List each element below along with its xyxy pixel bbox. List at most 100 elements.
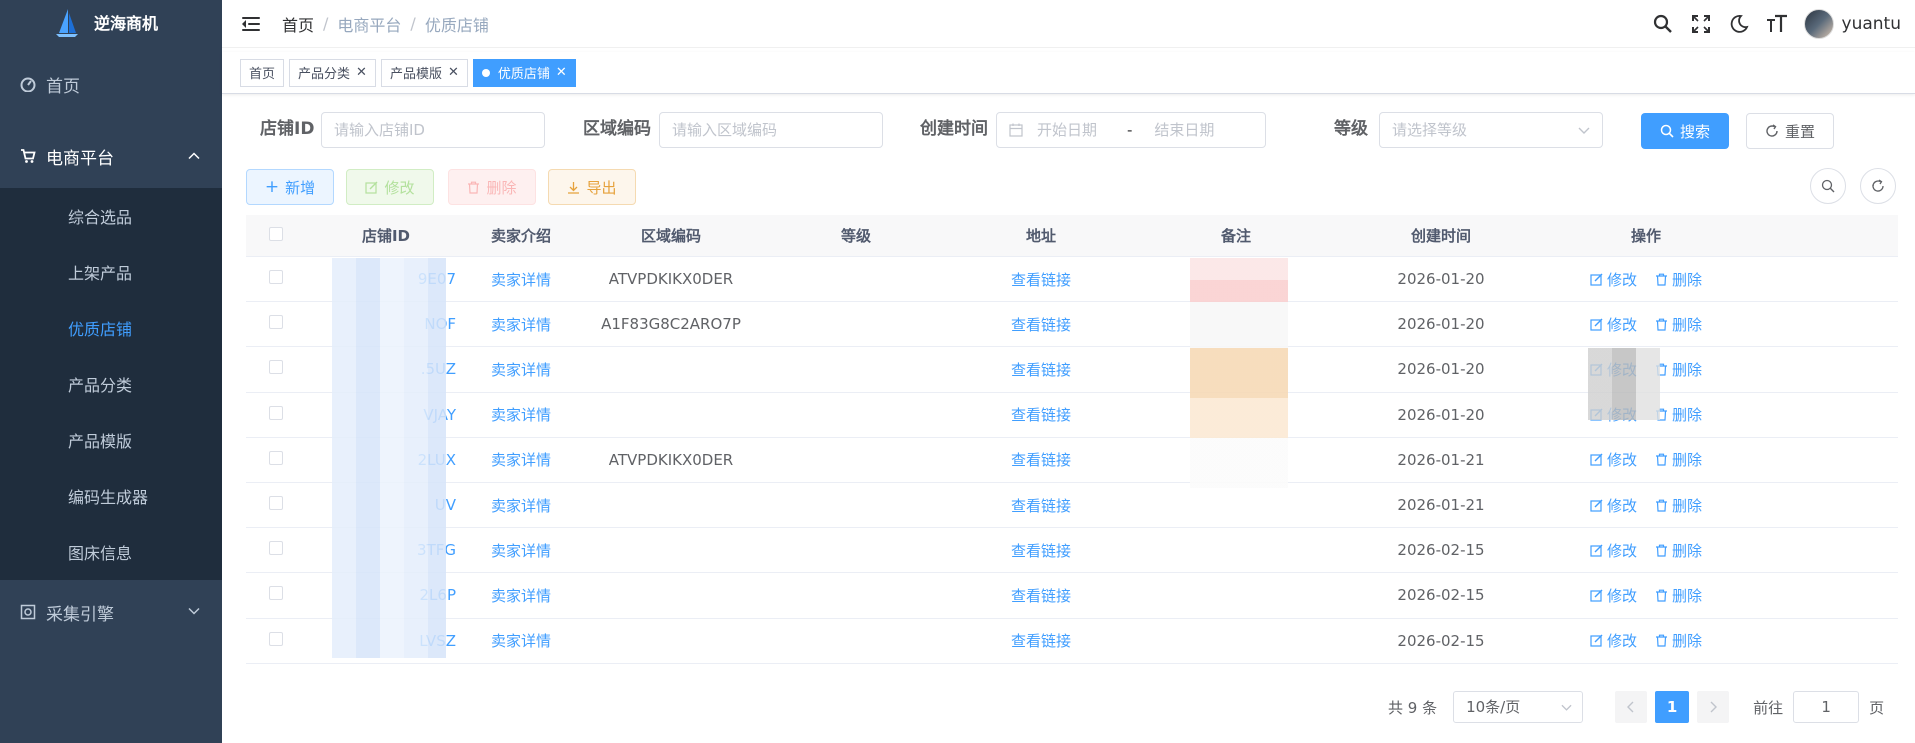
- toggle-search-button[interactable]: [1810, 168, 1846, 204]
- row-checkbox[interactable]: [269, 631, 283, 646]
- seller-detail-link[interactable]: 卖家详情: [491, 542, 551, 560]
- add-button[interactable]: + 新增: [246, 169, 334, 205]
- username[interactable]: yuantu: [1842, 14, 1901, 34]
- seller-detail-link[interactable]: 卖家详情: [491, 316, 551, 334]
- row-delete-button[interactable]: 删除: [1655, 314, 1702, 335]
- row-delete-button[interactable]: 删除: [1655, 585, 1702, 606]
- row-checkbox[interactable]: [269, 360, 283, 375]
- breadcrumb-home[interactable]: 首页: [282, 12, 314, 36]
- tab-product-category[interactable]: 产品分类 ✕: [289, 58, 376, 87]
- goto-page-input[interactable]: 1: [1793, 691, 1860, 723]
- sidebar-item-image-host[interactable]: 图床信息: [0, 524, 222, 580]
- reset-button[interactable]: 重置: [1746, 113, 1834, 149]
- shop-id-cell[interactable]: NOF: [306, 315, 466, 333]
- seller-detail-link[interactable]: 卖家详情: [491, 497, 551, 515]
- row-delete-button[interactable]: 删除: [1655, 269, 1702, 290]
- font-size-icon[interactable]: [1766, 13, 1788, 35]
- row-edit-button[interactable]: 修改: [1590, 540, 1637, 561]
- address-link[interactable]: 查看链接: [1011, 587, 1071, 605]
- shop-id-input[interactable]: 请输入店铺ID: [321, 112, 545, 148]
- shop-id-cell[interactable]: 2LUX: [306, 451, 466, 469]
- sidebar-item-product-category[interactable]: 产品分类: [0, 356, 222, 412]
- close-icon[interactable]: ✕: [448, 65, 459, 80]
- row-delete-button[interactable]: 删除: [1655, 630, 1702, 651]
- address-link[interactable]: 查看链接: [1011, 361, 1071, 379]
- search-icon[interactable]: [1652, 13, 1674, 35]
- avatar[interactable]: [1803, 9, 1834, 39]
- row-edit-button[interactable]: 修改: [1590, 585, 1637, 606]
- shop-id-cell[interactable]: 2L6P: [306, 586, 466, 604]
- address-link[interactable]: 查看链接: [1011, 271, 1071, 289]
- shop-id-cell[interactable]: .5UZ: [306, 360, 466, 378]
- shop-id-cell[interactable]: 3TFG: [306, 541, 466, 559]
- row-delete-button[interactable]: 删除: [1655, 449, 1702, 470]
- shop-id-cell[interactable]: UV: [306, 496, 466, 514]
- address-link[interactable]: 查看链接: [1011, 542, 1071, 560]
- row-delete-button[interactable]: 删除: [1655, 359, 1702, 380]
- prev-page-button[interactable]: [1615, 691, 1648, 723]
- address-link[interactable]: 查看链接: [1011, 406, 1071, 424]
- sidebar-item-crawler[interactable]: 采集引擎: [0, 580, 222, 644]
- row-checkbox[interactable]: [269, 450, 283, 465]
- start-date-input[interactable]: 开始日期: [1037, 113, 1113, 147]
- sidebar-item-ecommerce[interactable]: 电商平台: [0, 124, 222, 188]
- row-edit-button[interactable]: 修改: [1590, 359, 1637, 380]
- sidebar-item-product-template[interactable]: 产品模版: [0, 412, 222, 468]
- close-icon[interactable]: ✕: [556, 65, 567, 80]
- address-link[interactable]: 查看链接: [1011, 451, 1071, 469]
- address-link[interactable]: 查看链接: [1011, 632, 1071, 650]
- select-all-checkbox[interactable]: [269, 226, 283, 241]
- shop-id-cell[interactable]: VJAY: [306, 406, 466, 424]
- fullscreen-icon[interactable]: [1690, 13, 1712, 35]
- end-date-input[interactable]: 结束日期: [1154, 113, 1214, 147]
- row-checkbox[interactable]: [269, 496, 283, 511]
- refresh-table-button[interactable]: [1860, 168, 1896, 204]
- close-icon[interactable]: ✕: [356, 65, 367, 80]
- address-link[interactable]: 查看链接: [1011, 316, 1071, 334]
- seller-detail-link[interactable]: 卖家详情: [491, 361, 551, 379]
- address-link[interactable]: 查看链接: [1011, 497, 1071, 515]
- row-edit-button[interactable]: 修改: [1590, 404, 1637, 425]
- search-button[interactable]: 搜索: [1641, 113, 1729, 149]
- page-number-current[interactable]: 1: [1655, 691, 1690, 723]
- sidebar-item-quality-shops[interactable]: 优质店铺: [0, 300, 222, 356]
- row-checkbox[interactable]: [269, 270, 283, 285]
- level-select[interactable]: 请选择等级: [1379, 112, 1603, 148]
- row-delete-button[interactable]: 删除: [1655, 404, 1702, 425]
- app-logo[interactable]: 逆海商机: [0, 0, 222, 44]
- shop-id-cell[interactable]: 9E07: [306, 270, 466, 288]
- row-checkbox[interactable]: [269, 315, 283, 330]
- row-checkbox[interactable]: [269, 541, 283, 556]
- sidebar-toggle-icon[interactable]: [242, 16, 262, 32]
- date-range-picker[interactable]: 开始日期 - 结束日期: [996, 112, 1266, 148]
- export-button[interactable]: 导出: [548, 169, 636, 205]
- sidebar-item-comprehensive-selection[interactable]: 综合选品: [0, 188, 222, 244]
- shop-id-cell[interactable]: LVSZ: [306, 632, 466, 650]
- seller-detail-link[interactable]: 卖家详情: [491, 451, 551, 469]
- row-checkbox[interactable]: [269, 586, 283, 601]
- row-edit-button[interactable]: 修改: [1590, 449, 1637, 470]
- sidebar-item-listed-products[interactable]: 上架产品: [0, 244, 222, 300]
- row-delete-button[interactable]: 删除: [1655, 540, 1702, 561]
- tab-quality-shops[interactable]: 优质店铺 ✕: [472, 58, 576, 87]
- row-delete-button[interactable]: 删除: [1655, 495, 1702, 516]
- seller-detail-link[interactable]: 卖家详情: [491, 587, 551, 605]
- row-edit-button[interactable]: 修改: [1590, 314, 1637, 335]
- row-edit-button[interactable]: 修改: [1590, 630, 1637, 651]
- edit-button[interactable]: 修改: [346, 169, 434, 205]
- tab-product-template[interactable]: 产品模版 ✕: [380, 58, 468, 87]
- seller-detail-link[interactable]: 卖家详情: [491, 271, 551, 289]
- delete-button[interactable]: 删除: [448, 169, 536, 205]
- seller-detail-link[interactable]: 卖家详情: [491, 406, 551, 424]
- tab-home[interactable]: 首页: [240, 58, 285, 87]
- next-page-button[interactable]: [1697, 691, 1730, 723]
- dark-mode-moon-icon[interactable]: [1728, 13, 1750, 35]
- region-code-input[interactable]: 请输入区域编码: [659, 112, 883, 148]
- sidebar-item-home[interactable]: 首页: [0, 44, 222, 124]
- sidebar-item-code-generator[interactable]: 编码生成器: [0, 468, 222, 524]
- row-edit-button[interactable]: 修改: [1590, 269, 1637, 290]
- seller-detail-link[interactable]: 卖家详情: [491, 632, 551, 650]
- row-checkbox[interactable]: [269, 405, 283, 420]
- column-header[interactable]: 店铺ID: [306, 225, 466, 246]
- row-edit-button[interactable]: 修改: [1590, 495, 1637, 516]
